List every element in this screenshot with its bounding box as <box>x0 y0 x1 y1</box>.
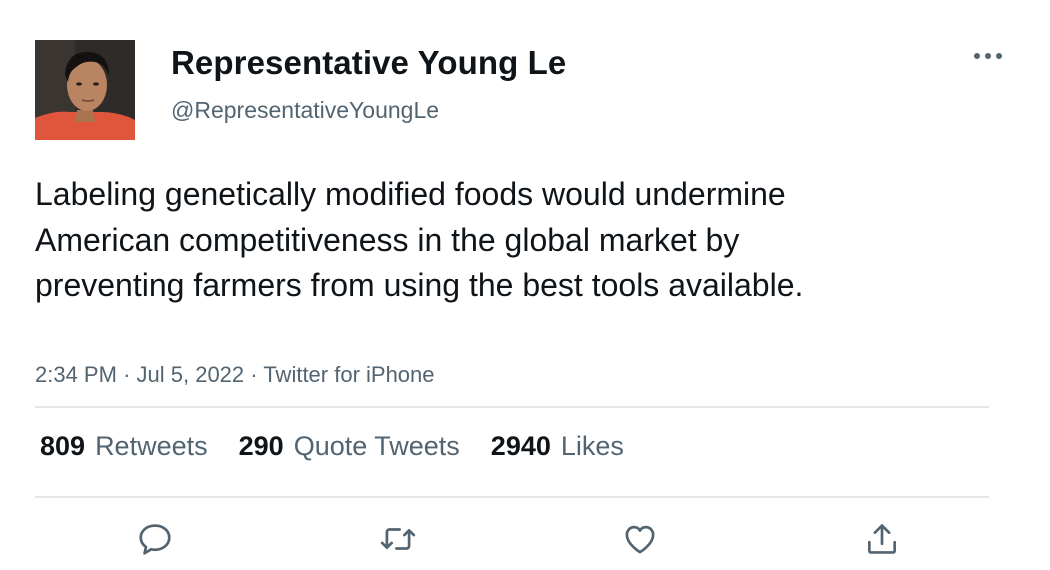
meta-separator: · <box>123 362 131 387</box>
share-icon <box>867 524 897 554</box>
likes-count: 2940 <box>490 431 551 461</box>
author-handle[interactable]: @RepresentativeYoungLe <box>171 97 439 124</box>
likes-stat[interactable]: 2940 Likes <box>491 431 624 462</box>
retweet-icon <box>380 528 416 550</box>
quote-tweets-count: 290 <box>238 431 284 461</box>
divider <box>35 496 989 498</box>
more-horizontal-icon <box>974 53 1002 59</box>
tweet-source[interactable]: Twitter for iPhone <box>263 362 434 387</box>
quote-tweets-label: Quote Tweets <box>293 431 460 461</box>
likes-label: Likes <box>560 431 624 461</box>
tweet-text: Labeling genetically modified foods woul… <box>35 176 804 303</box>
retweets-count: 809 <box>40 431 86 461</box>
reply-button[interactable] <box>134 518 176 560</box>
retweets-label: Retweets <box>95 431 208 461</box>
avatar-image <box>35 40 135 140</box>
share-button[interactable] <box>861 518 903 560</box>
quote-tweets-stat[interactable]: 290 Quote Tweets <box>239 431 460 462</box>
like-button[interactable] <box>619 518 661 560</box>
author-display-name[interactable]: Representative Young Le <box>171 44 566 82</box>
avatar[interactable] <box>35 40 135 140</box>
divider <box>35 406 989 408</box>
meta-separator: · <box>250 362 258 387</box>
heart-icon <box>625 525 655 554</box>
tweet-stats: 809 Retweets 290 Quote Tweets 2940 Likes <box>40 431 655 462</box>
reply-icon <box>139 524 171 555</box>
tweet-date[interactable]: Jul 5, 2022 <box>137 362 245 387</box>
retweet-button[interactable] <box>377 518 419 560</box>
tweet-time[interactable]: 2:34 PM <box>35 362 117 387</box>
tweet-meta: 2:34 PM · Jul 5, 2022 · Twitter for iPho… <box>35 362 435 388</box>
more-options-button[interactable] <box>970 42 1006 70</box>
retweets-stat[interactable]: 809 Retweets <box>40 431 208 462</box>
